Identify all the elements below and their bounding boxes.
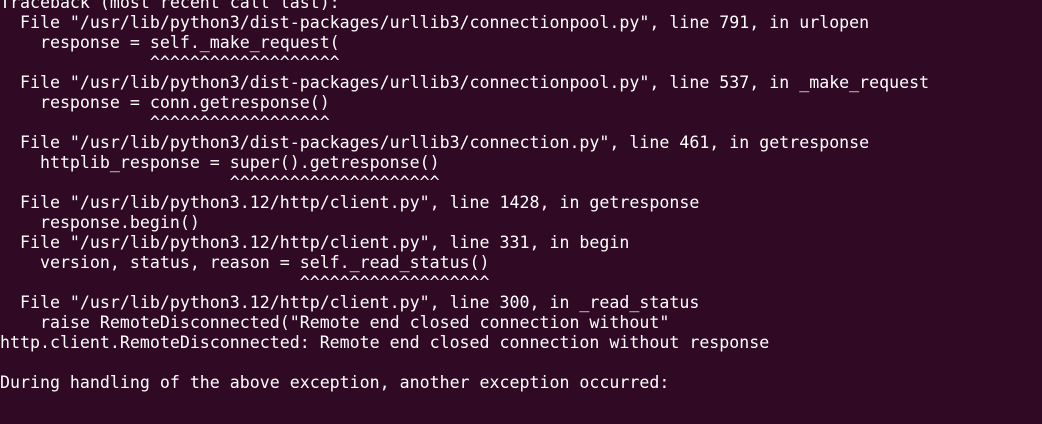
traceback-frame-line: File "/usr/lib/python3/dist-packages/url… [0, 13, 870, 32]
error-caret-line: ^^^^^^^^^^^^^^^^^^^^^ [0, 173, 440, 192]
traceback-code-line: raise RemoteDisconnected("Remote end clo… [0, 313, 670, 332]
traceback-code-line: response = conn.getresponse() [0, 93, 330, 112]
traceback-code-line: response.begin() [0, 213, 200, 232]
error-caret-line: ^^^^^^^^^^^^^^^^^^^ [0, 53, 340, 72]
traceback-code-line: response = self._make_request( [0, 33, 340, 52]
traceback-code-line: httplib_response = super().getresponse() [0, 153, 440, 172]
traceback-header: Traceback (most recent call last): [0, 0, 340, 12]
error-caret-line: ^^^^^^^^^^^^^^^^^^ [0, 113, 330, 132]
traceback-frame-line: File "/usr/lib/python3/dist-packages/url… [0, 73, 930, 92]
traceback-code-line: version, status, reason = self._read_sta… [0, 253, 490, 272]
exception-message: http.client.RemoteDisconnected: Remote e… [0, 333, 770, 352]
error-caret-line: ^^^^^^^^^^^^^^^^^^^ [0, 273, 490, 292]
terminal-output: Traceback (most recent call last): File … [0, 0, 1042, 413]
traceback-frame-line: File "/usr/lib/python3/dist-packages/url… [0, 133, 870, 152]
traceback-frame-line: File "/usr/lib/python3.12/http/client.py… [0, 293, 700, 312]
terminal-window[interactable]: Traceback (most recent call last): File … [0, 0, 1042, 424]
traceback-frame-line: File "/usr/lib/python3.12/http/client.py… [0, 193, 700, 212]
traceback-frame-line: File "/usr/lib/python3.12/http/client.py… [0, 233, 630, 252]
chained-exception-message: During handling of the above exception, … [0, 373, 670, 392]
